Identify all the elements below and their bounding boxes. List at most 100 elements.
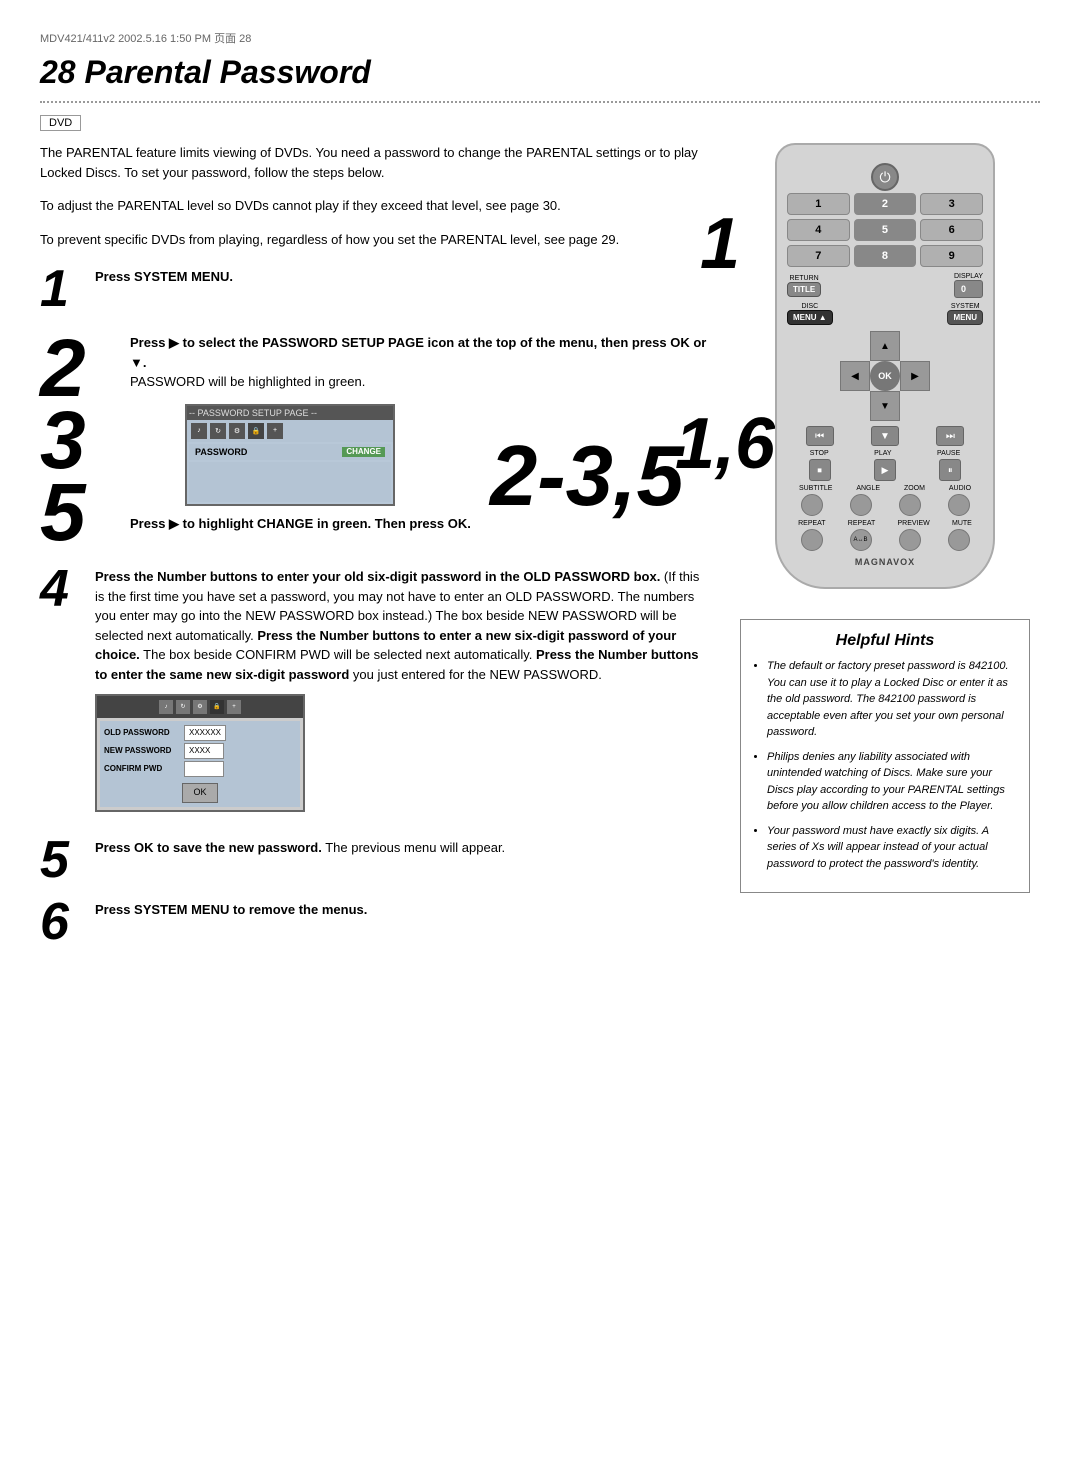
subtitle-audio-row	[787, 494, 983, 516]
preview-button[interactable]	[899, 529, 921, 551]
down-button[interactable]: ▼	[871, 426, 899, 446]
hint-2: Philips denies any liability associated …	[767, 749, 1017, 815]
step-6-number: 6	[40, 896, 95, 948]
screen2-icon-1: ♪	[159, 700, 173, 714]
subtitle-label: SUBTITLE	[799, 485, 832, 492]
step-5-number: 5	[40, 834, 95, 886]
step-6-content: Press SYSTEM MENU to remove the menus.	[95, 896, 710, 920]
screen-ok-button[interactable]: OK	[182, 783, 217, 803]
screen2-icon-2: ↻	[176, 700, 190, 714]
screen-2-image: ♪ ↻ ⚙ 🔒 + OLD PASSWORD XXXXXX	[95, 694, 305, 812]
annotation-16: 1,6	[675, 403, 775, 485]
repeat-label: REPEAT	[798, 520, 826, 527]
nav-empty-tl	[840, 331, 870, 361]
play-label: PLAY	[874, 450, 891, 457]
display-label: DISPLAY	[954, 273, 983, 280]
angle-label: ANGLE	[856, 485, 880, 492]
stop-button[interactable]: ⏹	[809, 459, 831, 481]
audio-button[interactable]	[948, 494, 970, 516]
angle-button[interactable]	[850, 494, 872, 516]
page-title: 28 Parental Password	[40, 54, 1040, 91]
num-btn-7[interactable]: 7	[787, 245, 850, 267]
next-button[interactable]: ⏭	[936, 426, 964, 446]
nav-ok-button[interactable]: OK	[870, 361, 900, 391]
title-button[interactable]: TITLE	[787, 282, 821, 297]
zero-button[interactable]: 0	[954, 280, 983, 298]
screen-icon-2: ↻	[210, 423, 226, 439]
stop-label: STOP	[810, 450, 829, 457]
zoom-button[interactable]	[899, 494, 921, 516]
step-2: Press ▶ to select the PASSWORD SETUP PAG…	[130, 333, 710, 392]
helpful-hints-box: Helpful Hints The default or factory pre…	[740, 619, 1030, 893]
hint-3: Your password must have exactly six digi…	[767, 823, 1017, 873]
step-1-content: Press SYSTEM MENU.	[95, 263, 710, 315]
return-display-row: RETURN TITLE DISPLAY 0	[787, 273, 983, 298]
play-button[interactable]: ▶	[874, 459, 896, 481]
step-4-content: Press the Number buttons to enter your o…	[95, 563, 710, 820]
repeat-mute-row: A↔B	[787, 529, 983, 551]
step-5-content: Press OK to save the new password. The p…	[95, 834, 710, 858]
intro-p1: The PARENTAL feature limits viewing of D…	[40, 143, 710, 182]
nav-left-button[interactable]: ◀	[840, 361, 870, 391]
pause-label: PAUSE	[937, 450, 960, 457]
num-grid: 1 2 3 4 5 6 7 8 9	[787, 193, 983, 267]
nav-down-button[interactable]: ▼	[870, 391, 900, 421]
screen-icon-3: ⚙	[229, 423, 245, 439]
transport-row: ⏮ ▼ ⏭	[787, 426, 983, 446]
disc-menu-button[interactable]: MENU ▲	[787, 310, 833, 325]
hint-1: The default or factory preset password i…	[767, 658, 1017, 741]
helpful-hints-title: Helpful Hints	[753, 632, 1017, 650]
remote-control: ⏻ 1 2 3 4 5 6 7 8 9	[775, 143, 995, 589]
num-btn-9[interactable]: 9	[920, 245, 983, 267]
repeat-button[interactable]	[801, 529, 823, 551]
nav-empty-br	[900, 391, 930, 421]
disc-label: DISC	[787, 303, 833, 310]
screen2-icon-3: ⚙	[193, 700, 207, 714]
step-1-number: 1	[40, 263, 95, 315]
num-btn-3[interactable]: 3	[920, 193, 983, 215]
screen-icon-5: +	[267, 423, 283, 439]
screen-2-body: OLD PASSWORD XXXXXX NEW PASSWORD XXXX CO…	[100, 721, 300, 807]
screen-1-image: -- PASSWORD SETUP PAGE -- ♪ ↻ ⚙ 🔒 +	[185, 404, 395, 506]
subtitle-button[interactable]	[801, 494, 823, 516]
dvd-badge: DVD	[40, 115, 81, 131]
prev-button[interactable]: ⏮	[806, 426, 834, 446]
page-meta: MDV421/411v2 2002.5.16 1:50 PM 页面 28	[40, 30, 1040, 46]
zoom-label: ZOOM	[904, 485, 925, 492]
num-btn-8[interactable]: 8	[854, 245, 917, 267]
brand-label: MAGNAVOX	[787, 557, 983, 567]
annotation-1: 1	[700, 203, 740, 285]
helpful-hints-list: The default or factory preset password i…	[753, 658, 1017, 872]
preview-label: PREVIEW	[898, 520, 930, 527]
step-4-number: 4	[40, 563, 95, 820]
screen-1-topbar: -- PASSWORD SETUP PAGE --	[187, 406, 393, 420]
screen2-icon-4: 🔒	[210, 700, 224, 714]
pwd-row-old: OLD PASSWORD XXXXXX	[104, 725, 296, 741]
num-btn-2[interactable]: 2	[854, 193, 917, 215]
num-btn-6[interactable]: 6	[920, 219, 983, 241]
num-btn-4[interactable]: 4	[787, 219, 850, 241]
nav-empty-tr	[900, 331, 930, 361]
nav-right-button[interactable]: ▶	[900, 361, 930, 391]
step-235-numbers: 235	[40, 333, 130, 549]
annotation-235: 2-3,5	[490, 440, 684, 515]
screen-icon-1: ♪	[191, 423, 207, 439]
system-menu-button[interactable]: MENU	[947, 310, 983, 325]
return-label: RETURN	[787, 275, 821, 282]
audio-label: AUDIO	[949, 485, 971, 492]
screen-1-row: PASSWORD CHANGE	[189, 444, 391, 460]
system-label: SYSTEM	[947, 303, 983, 310]
step-5-block: 5 Press OK to save the new password. The…	[40, 834, 710, 886]
remote-wrapper: 1 1,6 ⏻ 1 2 3 4 5 6 7	[775, 143, 995, 589]
nav-up-button[interactable]: ▲	[870, 331, 900, 361]
step-6-block: 6 Press SYSTEM MENU to remove the menus.	[40, 896, 710, 948]
disc-system-row: DISC MENU ▲ SYSTEM MENU	[787, 303, 983, 325]
repeat2-label: REPEAT	[848, 520, 876, 527]
num-btn-1[interactable]: 1	[787, 193, 850, 215]
pwd-row-confirm: CONFIRM PWD	[104, 761, 296, 777]
num-btn-5[interactable]: 5	[854, 219, 917, 241]
power-button[interactable]: ⏻	[871, 163, 899, 191]
pause-button[interactable]: ⏸	[939, 459, 961, 481]
ab-button[interactable]: A↔B	[850, 529, 872, 551]
mute-button[interactable]	[948, 529, 970, 551]
